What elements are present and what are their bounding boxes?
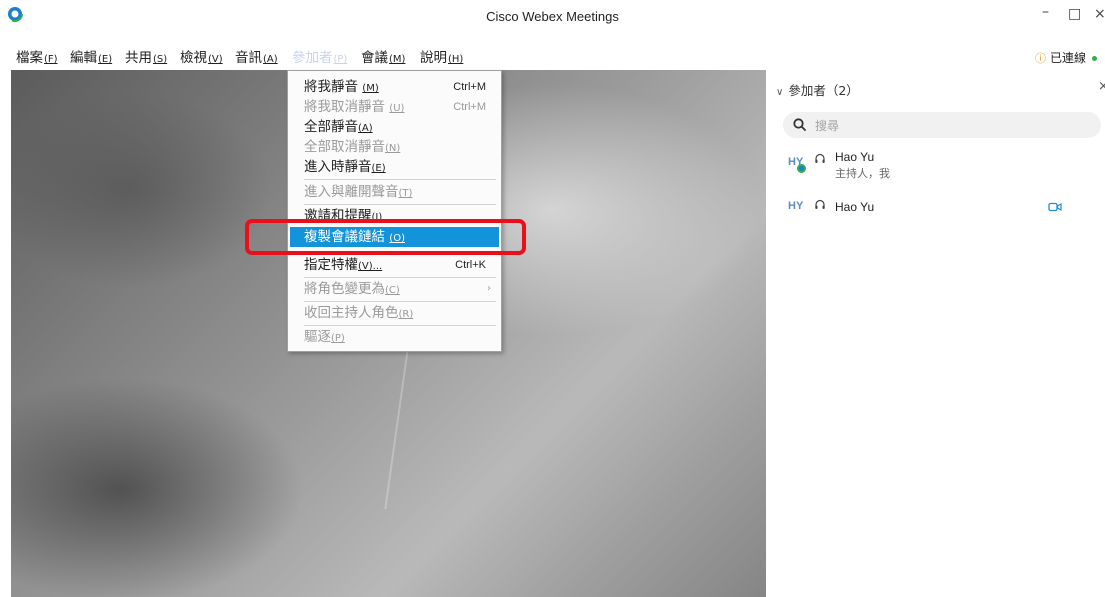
annotation-highlight-box — [245, 219, 526, 255]
panel-title: 參加者（2） — [788, 83, 859, 98]
close-panel-icon[interactable]: × — [1098, 79, 1105, 94]
item-label: 將我靜音 — [304, 79, 363, 95]
item-mnemonic: (E) — [371, 163, 386, 174]
menu-view[interactable]: 檢視(V) — [180, 46, 223, 70]
menu-separator — [304, 277, 496, 278]
connection-label: 已連線 — [1050, 51, 1087, 65]
menu-item-expel[interactable]: 驅逐(P) — [288, 327, 501, 347]
item-label: 全部靜音 — [304, 119, 358, 135]
item-label: 指定特權 — [304, 257, 358, 273]
item-label: 進入與離開聲音 — [304, 184, 399, 200]
title-bar: Cisco Webex Meetings – □ × — [0, 0, 1105, 36]
menu-item-assign-privileges[interactable]: 指定特權(V)... Ctrl+K — [288, 255, 501, 275]
menu-label: 編輯 — [70, 50, 97, 66]
connected-dot-icon — [1092, 56, 1098, 61]
menu-mnemonic: (V) — [208, 54, 223, 65]
item-mnemonic: (R) — [398, 309, 414, 320]
menu-bar: 檔案(F) 編輯(E) 共用(S) 檢視(V) 音訊(A) 參加者(P) 會議(… — [0, 46, 1105, 70]
headset-icon — [815, 199, 825, 209]
menu-item-reclaim-host[interactable]: 收回主持人角色(R) — [288, 303, 501, 323]
item-label: 收回主持人角色 — [304, 305, 399, 321]
menu-mnemonic: (E) — [98, 54, 113, 65]
item-mnemonic: (P) — [331, 333, 345, 344]
window-title: Cisco Webex Meetings — [486, 9, 619, 24]
item-label: 將角色變更為 — [304, 281, 385, 297]
participant-role: 主持人，我 — [835, 167, 890, 180]
minimize-icon[interactable]: – — [1042, 4, 1049, 20]
menu-item-unmute-me[interactable]: 將我取消靜音 (U) Ctrl+M — [288, 97, 501, 117]
menu-label: 參加者 — [292, 50, 333, 66]
menu-mnemonic: (M) — [389, 54, 406, 65]
menu-mnemonic: (P) — [333, 54, 348, 65]
panel-header[interactable]: ∨ 參加者（2） — [776, 80, 859, 99]
item-label: 將我取消靜音 — [304, 99, 390, 115]
menu-label: 音訊 — [235, 50, 262, 66]
menu-meeting[interactable]: 會議(M) — [361, 46, 405, 70]
search-icon — [793, 118, 806, 131]
menu-mnemonic: (S) — [153, 54, 168, 65]
participant-name: Hao Yu — [835, 200, 875, 214]
menu-label: 說明 — [420, 50, 447, 66]
item-mnemonic: (M) — [362, 83, 379, 94]
menu-item-mute-on-entry[interactable]: 進入時靜音(E) — [288, 157, 501, 177]
menu-label: 檢視 — [180, 50, 207, 66]
item-shortcut: Ctrl+M — [453, 101, 486, 113]
menu-label: 共用 — [125, 50, 152, 66]
participant-name: Hao Yu — [835, 150, 875, 164]
item-label: 驅逐 — [304, 329, 331, 345]
maximize-icon[interactable]: □ — [1068, 6, 1081, 22]
menu-mnemonic: (F) — [44, 54, 58, 65]
menu-item-unmute-all[interactable]: 全部取消靜音(N) — [288, 137, 501, 157]
participants-panel: ∨參加者（2） × HY Hao Yu 主持人，我 HY Hao Yu — [766, 70, 1105, 597]
video-camera-icon[interactable] — [1048, 202, 1062, 212]
menu-share[interactable]: 共用(S) — [125, 46, 167, 70]
item-shortcut: Ctrl+M — [453, 81, 486, 93]
item-shortcut: Ctrl+K — [455, 259, 486, 271]
menu-help[interactable]: 說明(H) — [420, 46, 463, 70]
menu-item-change-role[interactable]: 將角色變更為(C) › — [288, 279, 501, 299]
connection-status[interactable]: ⓘ 已連線 — [1035, 46, 1098, 70]
menu-participants[interactable]: 參加者(P) — [292, 46, 347, 70]
menu-label: 會議 — [361, 50, 388, 66]
connection-info-icon: ⓘ — [1035, 52, 1046, 65]
item-label: 全部取消靜音 — [304, 139, 385, 155]
menu-mnemonic: (A) — [263, 54, 278, 65]
menu-separator — [304, 301, 496, 302]
host-badge-icon — [797, 164, 806, 173]
participants-menu: 將我靜音 (M) Ctrl+M 將我取消靜音 (U) Ctrl+M 全部靜音(A… — [287, 70, 502, 352]
menu-file[interactable]: 檔案(F) — [16, 46, 58, 70]
chevron-down-icon: ∨ — [776, 87, 784, 98]
item-mnemonic: (V)... — [358, 261, 383, 272]
menu-mnemonic: (H) — [448, 54, 464, 65]
menu-label: 檔案 — [16, 50, 43, 66]
avatar: HY — [788, 200, 804, 212]
search-input[interactable] — [813, 116, 1087, 136]
menu-edit[interactable]: 編輯(E) — [70, 46, 112, 70]
submenu-arrow-icon: › — [487, 283, 491, 294]
item-mnemonic: (N) — [385, 143, 401, 154]
menu-separator — [304, 179, 496, 180]
menu-separator — [304, 204, 496, 205]
menu-item-mute-all[interactable]: 全部靜音(A) — [288, 117, 501, 137]
menu-item-entry-exit-tone[interactable]: 進入與離開聲音(T) — [288, 182, 501, 202]
item-mnemonic: (C) — [385, 285, 400, 296]
item-mnemonic: (A) — [358, 123, 373, 134]
participant-search — [783, 112, 1101, 138]
item-mnemonic: (T) — [398, 188, 413, 199]
item-mnemonic: (U) — [389, 103, 405, 114]
menu-item-mute-me[interactable]: 將我靜音 (M) Ctrl+M — [288, 77, 501, 97]
menu-audio[interactable]: 音訊(A) — [235, 46, 278, 70]
menu-separator — [304, 325, 496, 326]
headset-icon — [815, 153, 825, 163]
close-window-icon[interactable]: × — [1094, 6, 1105, 22]
item-label: 進入時靜音 — [304, 159, 372, 175]
